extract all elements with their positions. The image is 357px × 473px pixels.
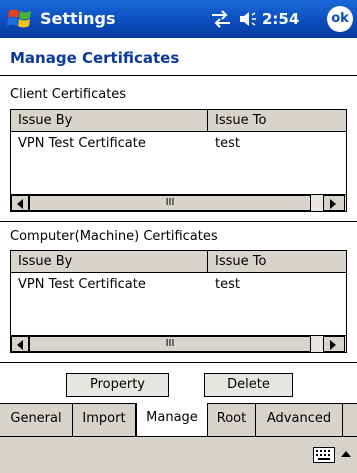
ok-button[interactable]: ok	[327, 6, 353, 32]
list-header: Issue By Issue To	[11, 110, 346, 132]
tab-import[interactable]: Import	[73, 404, 136, 436]
tab-manage[interactable]: Manage	[136, 403, 208, 437]
list-header: Issue By Issue To	[11, 251, 346, 273]
column-header-issue-by[interactable]: Issue By	[11, 110, 208, 132]
title-divider	[0, 75, 357, 76]
cell-issue-by: VPN Test Certificate	[18, 136, 146, 151]
scroll-left-button[interactable]	[11, 336, 29, 352]
client-certificates-label: Client Certificates	[10, 87, 127, 102]
app-title: Settings	[40, 9, 116, 28]
machine-certificates-list[interactable]: Issue By Issue To VPN Test Certificate t…	[10, 250, 347, 353]
client-certificates-list[interactable]: Issue By Issue To VPN Test Certificate t…	[10, 109, 347, 212]
connectivity-icon[interactable]	[210, 9, 232, 29]
scroll-right-button[interactable]	[323, 195, 345, 211]
table-row[interactable]: VPN Test Certificate test	[11, 277, 346, 295]
horizontal-scrollbar[interactable]: III	[11, 194, 346, 211]
cell-issue-by: VPN Test Certificate	[18, 277, 146, 292]
volume-icon[interactable]	[238, 10, 258, 28]
section-divider	[0, 221, 357, 222]
arrow-left-icon	[17, 340, 23, 350]
cell-issue-to: test	[215, 136, 240, 151]
column-header-issue-to[interactable]: Issue To	[208, 251, 347, 273]
tab-root[interactable]: Root	[208, 404, 256, 436]
delete-button[interactable]: Delete	[204, 373, 293, 397]
arrow-right-icon	[330, 199, 336, 209]
clock[interactable]: 2:54	[262, 10, 299, 28]
windows-start-icon[interactable]	[6, 5, 34, 33]
input-panel-arrow-icon[interactable]	[341, 451, 351, 457]
page-title: Manage Certificates	[10, 49, 180, 67]
tab-strip: General Import Manage Root Advanced	[0, 403, 357, 437]
arrow-right-icon	[330, 340, 336, 350]
machine-certificates-label: Computer(Machine) Certificates	[10, 229, 218, 244]
tab-general[interactable]: General	[0, 404, 73, 436]
scroll-left-button[interactable]	[11, 195, 29, 211]
column-header-issue-to[interactable]: Issue To	[208, 110, 347, 132]
table-row[interactable]: VPN Test Certificate test	[11, 136, 346, 154]
scroll-thumb[interactable]: III	[29, 195, 311, 211]
title-bar: Settings 2:54 ok	[0, 0, 357, 38]
keyboard-icon[interactable]	[313, 447, 335, 463]
section-divider	[0, 362, 357, 363]
scroll-thumb[interactable]: III	[29, 336, 311, 352]
arrow-left-icon	[17, 199, 23, 209]
scroll-right-button[interactable]	[323, 336, 345, 352]
tab-advanced[interactable]: Advanced	[256, 404, 343, 436]
menu-bar	[0, 436, 357, 473]
cell-issue-to: test	[215, 277, 240, 292]
horizontal-scrollbar[interactable]: III	[11, 335, 346, 352]
property-button[interactable]: Property	[66, 373, 169, 397]
column-header-issue-by[interactable]: Issue By	[11, 251, 208, 273]
